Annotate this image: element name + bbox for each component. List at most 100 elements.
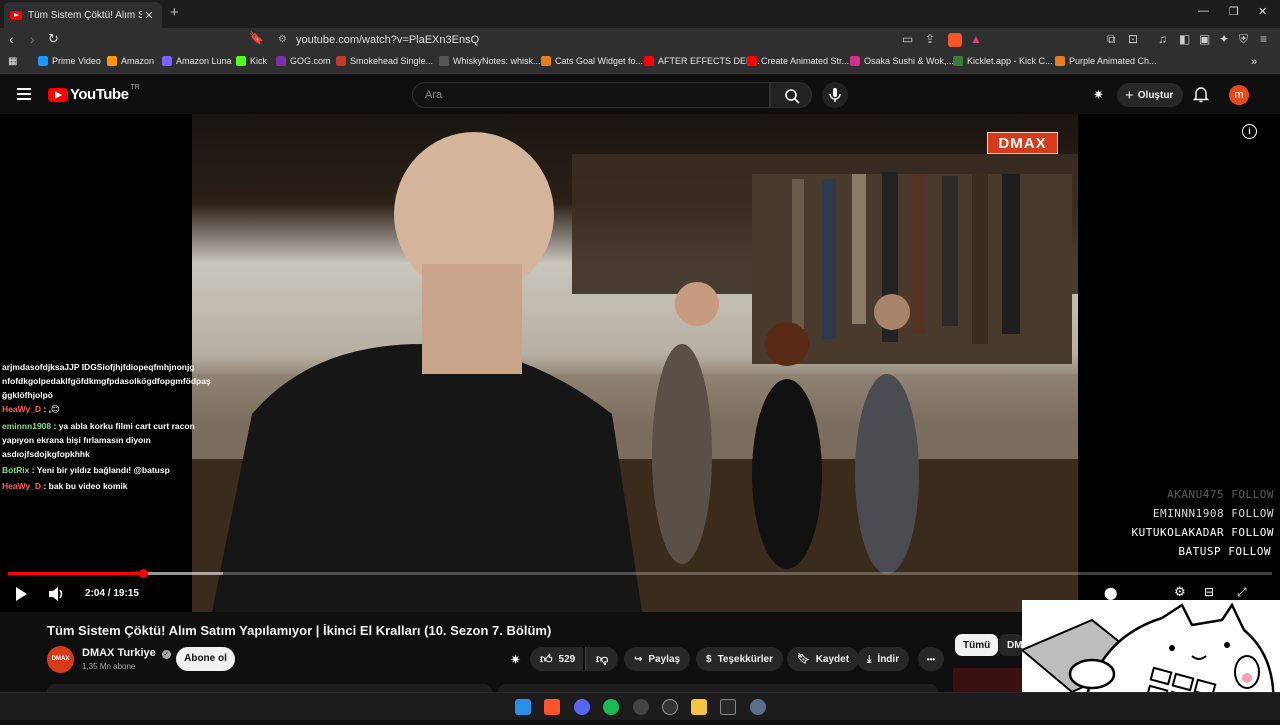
obs-studio-icon[interactable] <box>662 699 678 715</box>
screenshot-icon[interactable]: ⊡ <box>1128 32 1138 46</box>
sidebar-icon[interactable]: ◧ <box>1179 32 1190 46</box>
description-box[interactable] <box>47 684 492 692</box>
guide-menu-icon[interactable] <box>17 88 31 100</box>
account-avatar[interactable]: m <box>1229 85 1249 105</box>
bookmark-after-effects[interactable]: AFTER EFFECTS DER... <box>644 56 760 66</box>
browser-tab-active[interactable]: Tüm Sistem Çöktü! Alım Satım Y... ✕ <box>4 2 162 28</box>
chip-all[interactable]: Tümü <box>955 634 999 656</box>
miniplayer-icon[interactable]: ⊟ <box>1204 585 1214 599</box>
bookmark-gog[interactable]: GOG.com <box>276 56 331 66</box>
share-button[interactable]: ↪ Paylaş <box>624 647 691 671</box>
chat-text: : ya abla korku filmi cart curt racon <box>53 421 195 431</box>
dislike-button[interactable]: 👎︎ <box>585 647 619 671</box>
back-icon[interactable]: ‹ <box>9 31 14 47</box>
brave-shields-icon[interactable] <box>948 33 962 47</box>
save-button[interactable]: 🔖︎ Kaydet <box>787 647 860 671</box>
search-button[interactable] <box>770 82 812 108</box>
steelseries-icon[interactable] <box>633 699 649 715</box>
cast-icon[interactable]: ▭ <box>902 32 913 46</box>
bookmark-amazon-luna[interactable]: Amazon Luna <box>162 56 232 66</box>
bookmark-page-icon[interactable]: 🔖 <box>249 31 264 45</box>
download-button[interactable]: ⤓ İndir <box>857 647 910 671</box>
youtube-logo[interactable]: YouTube TR <box>48 84 140 103</box>
channel-name[interactable]: DMAX Turkiye ✓ <box>82 647 171 659</box>
chat-message: HeaWy_D : bak bu video komik <box>2 479 217 493</box>
windows-start-icon[interactable] <box>515 699 531 715</box>
scrubber-handle[interactable] <box>139 569 149 578</box>
bookmark-create-animated[interactable]: Create Animated Str... <box>747 56 849 66</box>
chat-text: : bak bu video komik <box>43 481 128 491</box>
file-explorer-icon[interactable] <box>691 699 707 715</box>
wallet-icon[interactable]: ▣ <box>1199 32 1210 46</box>
media-icon[interactable]: ♫ <box>1158 32 1167 46</box>
chip-dmax[interactable]: DMAX <box>999 634 1023 656</box>
more-actions-button[interactable]: ••• <box>918 647 944 671</box>
chat-message: ğgklöfhjolpö <box>2 388 217 402</box>
bookmark-label: WhiskyNotes: whisk... <box>453 56 541 66</box>
maximize-window-icon[interactable]: ❐ <box>1229 5 1239 18</box>
brave-browser-icon[interactable] <box>544 699 560 715</box>
leo-ai-icon[interactable]: ✦ <box>1219 32 1229 46</box>
snipping-tool-icon[interactable] <box>720 699 736 715</box>
create-button[interactable]: + Oluştur <box>1117 83 1183 107</box>
bookmark-smokehead[interactable]: Smokehead Single... <box>336 56 433 66</box>
youtube-icon <box>747 56 757 66</box>
settings-app-icon[interactable] <box>750 699 766 715</box>
bookmark-label: GOG.com <box>290 56 331 66</box>
notifications-button[interactable] <box>1192 85 1210 108</box>
new-tab-button[interactable]: + <box>170 4 179 21</box>
thanks-button[interactable]: $ Teşekkürler <box>696 647 783 671</box>
settings-gear-icon[interactable]: ⚙ <box>1174 584 1186 600</box>
bookmark-cats-goal-widget[interactable]: Cats Goal Widget fo... <box>541 56 643 66</box>
channel-avatar[interactable]: DMAX <box>47 646 74 673</box>
subscribe-button[interactable]: Abone ol <box>176 647 235 671</box>
info-icon[interactable]: i <box>1242 124 1257 139</box>
like-button[interactable]: 👍︎ 529 <box>530 647 584 671</box>
brave-rewards-tip-icon[interactable]: ✷ <box>510 652 521 668</box>
share-page-icon[interactable]: ⇪ <box>925 32 935 46</box>
bookmarks-overflow-button[interactable]: » <box>1251 56 1257 68</box>
time-current: 2:04 <box>85 588 106 599</box>
video-frame[interactable]: DMAX <box>192 114 1078 612</box>
extensions-icon[interactable]: ⧉ <box>1107 32 1116 47</box>
video-player[interactable]: DMAX arjmdasofdjksaJJP IDGSiofjhjfdiopeq… <box>0 114 1280 612</box>
chat-message: yapıyon ekrana bişi fırlamasın diyoın <box>2 433 217 447</box>
menu-icon[interactable]: ≡ <box>1260 32 1267 46</box>
vpn-icon[interactable]: ⛨ <box>1239 32 1248 47</box>
bookmark-amazon[interactable]: Amazon <box>107 56 154 66</box>
os-taskbar <box>0 692 1280 720</box>
discord-icon[interactable] <box>574 699 590 715</box>
minimize-window-icon[interactable]: — <box>1198 5 1209 17</box>
chat-message: asdıojfsdojkgfopkhhk <box>2 447 217 461</box>
play-icon[interactable] <box>14 586 28 602</box>
forward-icon[interactable]: › <box>30 31 35 47</box>
recommended-thumbnail[interactable] <box>953 668 1023 692</box>
apps-grid-icon[interactable]: ▦ <box>8 56 17 67</box>
address-bar[interactable]: ⚙ youtube.com/watch?v=PlaEXn3EnsQ <box>270 30 990 50</box>
fullscreen-icon[interactable]: ⤢ <box>1237 585 1247 600</box>
bookmark-osaka-sushi[interactable]: Osaka Sushi & Wok,... <box>850 56 954 66</box>
comment-panel[interactable] <box>498 684 938 692</box>
site-settings-icon[interactable]: ⚙ <box>278 34 287 45</box>
close-tab-icon[interactable]: ✕ <box>142 9 156 22</box>
brave-talk-icon[interactable]: ✷ <box>1093 87 1104 103</box>
volume-icon[interactable] <box>48 586 66 602</box>
bookmark-prime-video[interactable]: Prime Video <box>38 56 101 66</box>
bookmark-whiskynotes[interactable]: WhiskyNotes: whisk... <box>439 56 541 66</box>
autoplay-toggle-icon[interactable]: ⬤ <box>1104 586 1117 600</box>
brave-rewards-icon[interactable]: ▲ <box>970 32 982 46</box>
bookmark-kick[interactable]: Kick <box>236 56 267 66</box>
search-input[interactable]: Ara <box>412 82 770 108</box>
close-window-icon[interactable]: ✕ <box>1258 5 1267 18</box>
voice-search-button[interactable] <box>822 82 848 108</box>
chat-text: arjmdasofdjksaJJP IDGSiofjhjfdiopeqfmhjn… <box>2 362 195 372</box>
bookmark-kicklet[interactable]: Kicklet.app - Kick C... <box>953 56 1053 66</box>
chat-text: : Yeni bir yıldız bağlandı! @batusp <box>31 465 170 475</box>
follow-label: FOLLOW <box>1231 526 1274 539</box>
spotify-icon[interactable] <box>603 699 619 715</box>
whiskynotes-icon <box>439 56 449 66</box>
bookmark-purple-animated[interactable]: Purple Animated Ch... <box>1055 56 1157 66</box>
chat-username: HeaWy_D <box>2 481 42 491</box>
follower-name: BATUSP <box>1178 545 1222 558</box>
reload-icon[interactable]: ↻ <box>48 31 59 47</box>
